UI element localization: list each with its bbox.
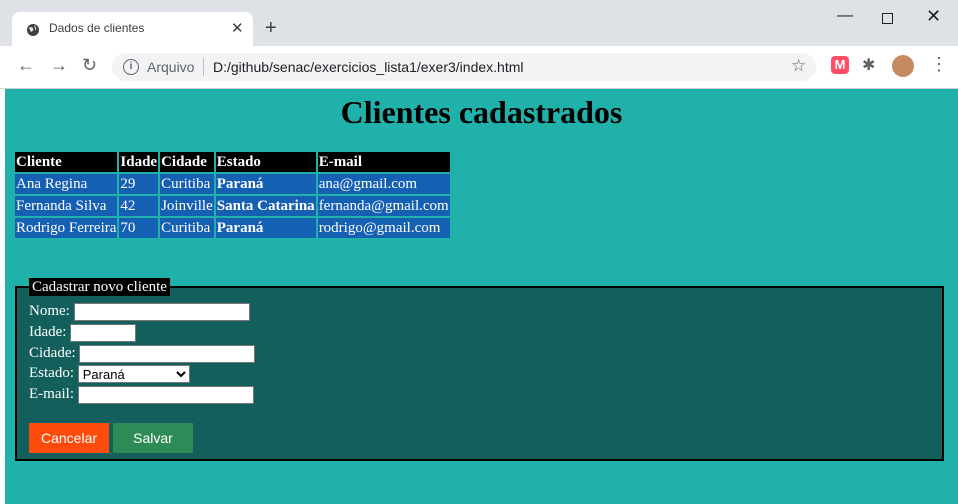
info-icon[interactable]: i <box>123 59 139 75</box>
minimize-button[interactable]: — <box>837 7 853 25</box>
header-cliente: Cliente <box>15 152 118 172</box>
cell-estado: Paraná <box>215 174 316 194</box>
cell-idade: 70 <box>119 218 159 238</box>
profile-avatar[interactable] <box>892 55 914 77</box>
globe-icon <box>27 24 39 36</box>
header-cidade: Cidade <box>160 152 214 172</box>
extension-m-icon[interactable]: M <box>831 56 849 74</box>
email-input[interactable] <box>77 385 254 404</box>
table-row: Rodrigo Ferreira 70 Curitiba Paraná rodr… <box>15 218 450 238</box>
browser-toolbar: ← → ↻ i Arquivo D:/github/senac/exercici… <box>0 46 958 89</box>
cidade-label: Cidade: <box>29 345 76 361</box>
cell-cidade: Joinville <box>160 196 214 216</box>
forward-button[interactable]: → <box>50 55 68 76</box>
cidade-input[interactable] <box>79 344 256 363</box>
clients-table: Cliente Idade Cidade Estado E-mail Ana R… <box>13 150 452 240</box>
cell-cidade: Curitiba <box>160 218 214 238</box>
tab-close-icon[interactable]: ✕ <box>231 19 244 37</box>
reload-button[interactable]: ↻ <box>82 55 97 76</box>
form-legend: Cadastrar novo cliente <box>29 278 170 296</box>
estado-label: Estado: <box>29 365 74 381</box>
header-estado: Estado <box>215 152 316 172</box>
form-row-nome: Nome: <box>29 301 250 321</box>
cell-cidade: Curitiba <box>160 174 214 194</box>
cell-email: fernanda@gmail.com <box>317 196 450 216</box>
page-viewport: Clientes cadastrados Cliente Idade Cidad… <box>5 89 958 504</box>
nome-label: Nome: <box>29 303 70 319</box>
address-url[interactable]: D:/github/senac/exercicios_lista1/exer3/… <box>213 59 524 75</box>
idade-label: Idade: <box>29 324 67 340</box>
form-row-cidade: Cidade: <box>29 343 256 363</box>
table-row: Ana Regina 29 Curitiba Paraná ana@gmail.… <box>15 174 450 194</box>
header-idade: Idade <box>119 152 159 172</box>
browser-menu-icon[interactable]: ⋮ <box>930 54 948 74</box>
table-row: Fernanda Silva 42 Joinville Santa Catari… <box>15 196 450 216</box>
bookmark-star-icon[interactable]: ☆ <box>791 56 806 76</box>
browser-tab[interactable]: Dados de clientes ✕ <box>12 12 253 46</box>
table-header-row: Cliente Idade Cidade Estado E-mail <box>15 152 450 172</box>
header-email: E-mail <box>317 152 450 172</box>
extensions-puzzle-icon[interactable]: ✱ <box>862 55 875 75</box>
cell-estado: Santa Catarina <box>215 196 316 216</box>
close-window-button[interactable]: ✕ <box>926 6 941 27</box>
tab-title: Dados de clientes <box>49 21 145 35</box>
idade-input[interactable] <box>70 323 137 342</box>
cell-cliente: Fernanda Silva <box>15 196 118 216</box>
back-button[interactable]: ← <box>17 55 35 76</box>
address-bar[interactable]: i Arquivo D:/github/senac/exercicios_lis… <box>112 53 816 81</box>
email-label: E-mail: <box>29 386 74 402</box>
save-button[interactable]: Salvar <box>113 423 193 453</box>
nome-input[interactable] <box>73 302 250 321</box>
address-separator <box>203 58 204 76</box>
estado-select[interactable]: Paraná <box>77 364 190 383</box>
form-row-estado: Estado: Paraná <box>29 363 190 383</box>
cancel-button[interactable]: Cancelar <box>29 423 109 453</box>
page-title: Clientes cadastrados <box>340 94 623 130</box>
cell-idade: 29 <box>119 174 159 194</box>
cell-cliente: Ana Regina <box>15 174 118 194</box>
cell-email: rodrigo@gmail.com <box>317 218 450 238</box>
cell-email: ana@gmail.com <box>317 174 450 194</box>
cell-cliente: Rodrigo Ferreira <box>15 218 118 238</box>
form-row-idade: Idade: <box>29 322 137 342</box>
browser-titlebar: Dados de clientes ✕ + — ✕ <box>0 0 958 46</box>
maximize-button[interactable] <box>882 13 893 24</box>
new-tab-button[interactable]: + <box>265 18 277 38</box>
form-row-email: E-mail: <box>29 384 254 404</box>
new-client-form: Cadastrar novo cliente Nome: Idade: Cida… <box>15 278 944 461</box>
cell-idade: 42 <box>119 196 159 216</box>
cell-estado: Paraná <box>215 218 316 238</box>
address-scheme-label: Arquivo <box>147 59 195 75</box>
